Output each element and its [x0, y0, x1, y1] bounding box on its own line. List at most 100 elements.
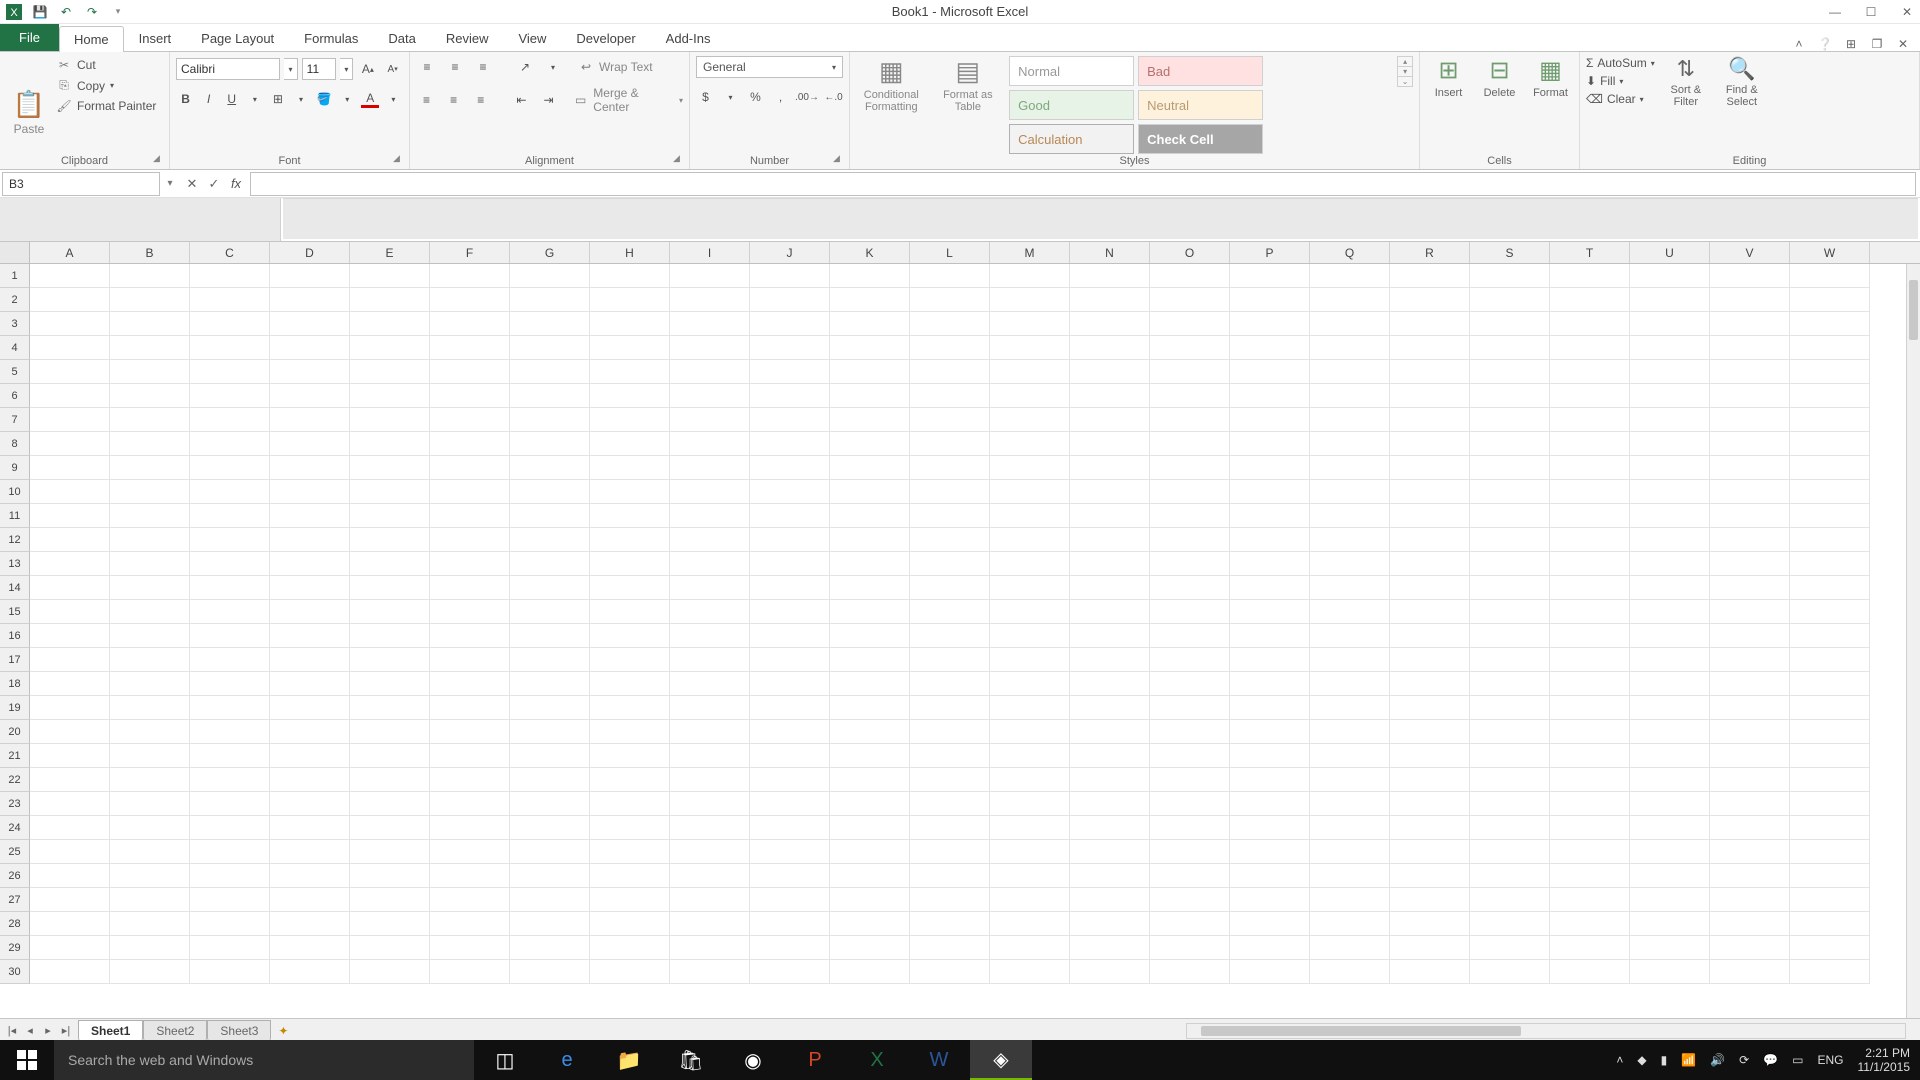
cell[interactable] — [1070, 528, 1150, 552]
style-calculation[interactable]: Calculation — [1009, 124, 1134, 154]
cell[interactable] — [1310, 912, 1390, 936]
cell[interactable] — [1710, 936, 1790, 960]
vertical-scrollbar[interactable] — [1906, 264, 1920, 1018]
cell[interactable] — [270, 504, 350, 528]
cell[interactable] — [350, 480, 430, 504]
cell[interactable] — [990, 864, 1070, 888]
decrease-decimal-icon[interactable]: ←.0 — [824, 86, 843, 108]
cell[interactable] — [1150, 480, 1230, 504]
cell[interactable] — [1390, 600, 1470, 624]
cell[interactable] — [1550, 360, 1630, 384]
cell[interactable] — [910, 288, 990, 312]
formula-bar-expanded[interactable] — [283, 198, 1918, 239]
word-icon[interactable]: W — [908, 1040, 970, 1080]
cell[interactable] — [670, 288, 750, 312]
cell[interactable] — [1070, 936, 1150, 960]
cell[interactable] — [30, 264, 110, 288]
insert-cells-button[interactable]: ⊞Insert — [1426, 56, 1471, 169]
cell[interactable] — [430, 792, 510, 816]
cell[interactable] — [430, 528, 510, 552]
cell[interactable] — [990, 840, 1070, 864]
cell[interactable] — [1470, 432, 1550, 456]
cell[interactable] — [110, 624, 190, 648]
cell[interactable] — [430, 864, 510, 888]
cell[interactable] — [990, 912, 1070, 936]
cell[interactable] — [350, 624, 430, 648]
cell[interactable] — [510, 504, 590, 528]
cell[interactable] — [1710, 456, 1790, 480]
column-header[interactable]: U — [1630, 242, 1710, 263]
cell[interactable] — [1470, 816, 1550, 840]
cell[interactable] — [590, 360, 670, 384]
cell[interactable] — [190, 624, 270, 648]
cell[interactable] — [1790, 624, 1870, 648]
cell[interactable] — [1390, 864, 1470, 888]
cell[interactable] — [910, 840, 990, 864]
delete-cells-button[interactable]: ⊟Delete — [1477, 56, 1522, 169]
cell[interactable] — [1390, 360, 1470, 384]
cell[interactable] — [110, 864, 190, 888]
cell[interactable] — [750, 432, 830, 456]
cell[interactable] — [1630, 336, 1710, 360]
cell[interactable] — [590, 552, 670, 576]
cell[interactable] — [190, 576, 270, 600]
cell[interactable] — [670, 264, 750, 288]
cell[interactable] — [1070, 456, 1150, 480]
cell[interactable] — [110, 720, 190, 744]
cell[interactable] — [350, 768, 430, 792]
tray-app-icon[interactable]: ◆ — [1637, 1053, 1646, 1067]
cell[interactable] — [350, 336, 430, 360]
cell[interactable] — [30, 816, 110, 840]
cell[interactable] — [1470, 264, 1550, 288]
cell[interactable] — [1790, 840, 1870, 864]
cell[interactable] — [1230, 408, 1310, 432]
cell[interactable] — [270, 840, 350, 864]
cell[interactable] — [1230, 552, 1310, 576]
cell[interactable] — [1230, 288, 1310, 312]
cell[interactable] — [1470, 864, 1550, 888]
cell[interactable] — [1070, 672, 1150, 696]
number-format-select[interactable]: General▾ — [696, 56, 843, 78]
cell[interactable] — [1310, 936, 1390, 960]
column-header[interactable]: A — [30, 242, 110, 263]
cell[interactable] — [1630, 528, 1710, 552]
tray-overflow-icon[interactable]: ˄ — [1616, 1053, 1623, 1067]
cell[interactable] — [1710, 288, 1790, 312]
cell[interactable] — [910, 864, 990, 888]
cell[interactable] — [830, 888, 910, 912]
cell[interactable] — [1710, 528, 1790, 552]
cell[interactable] — [190, 744, 270, 768]
fill-button[interactable]: ⬇Fill▾ — [1586, 74, 1655, 88]
cell[interactable] — [1630, 288, 1710, 312]
cell[interactable] — [750, 336, 830, 360]
cell[interactable] — [830, 456, 910, 480]
cell[interactable] — [110, 336, 190, 360]
cell[interactable] — [1550, 576, 1630, 600]
cell[interactable] — [1310, 312, 1390, 336]
cell[interactable] — [750, 648, 830, 672]
cell[interactable] — [1710, 552, 1790, 576]
cell[interactable] — [510, 528, 590, 552]
cell[interactable] — [430, 504, 510, 528]
cell[interactable] — [830, 432, 910, 456]
cell[interactable] — [1310, 720, 1390, 744]
cell[interactable] — [750, 936, 830, 960]
italic-button[interactable]: I — [199, 88, 218, 110]
cell[interactable] — [270, 720, 350, 744]
cell[interactable] — [510, 456, 590, 480]
cell[interactable] — [1390, 888, 1470, 912]
cell[interactable] — [750, 792, 830, 816]
column-header[interactable]: R — [1390, 242, 1470, 263]
cell[interactable] — [270, 936, 350, 960]
cell[interactable] — [1790, 696, 1870, 720]
cell[interactable] — [590, 624, 670, 648]
cell[interactable] — [350, 504, 430, 528]
column-header[interactable]: J — [750, 242, 830, 263]
cell[interactable] — [270, 912, 350, 936]
cell[interactable] — [830, 624, 910, 648]
cell[interactable] — [190, 480, 270, 504]
gallery-more-icon[interactable]: ⌄ — [1398, 77, 1412, 86]
cell[interactable] — [430, 312, 510, 336]
cell[interactable] — [190, 360, 270, 384]
cell[interactable] — [30, 888, 110, 912]
